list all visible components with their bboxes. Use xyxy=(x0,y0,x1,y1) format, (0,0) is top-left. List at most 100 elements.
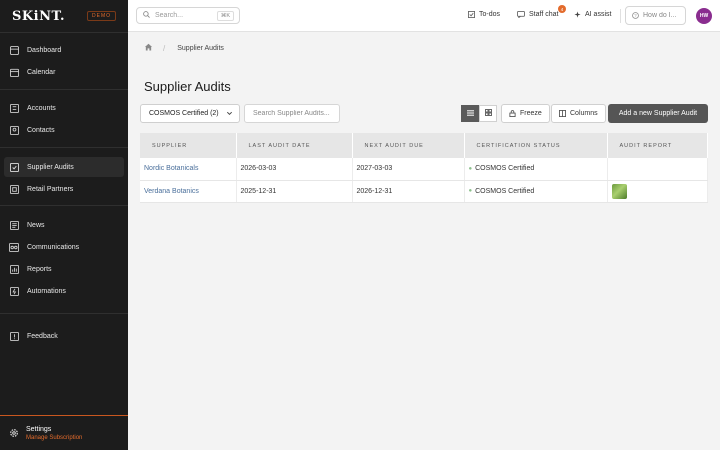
home-icon[interactable] xyxy=(144,43,153,53)
breadcrumb: / Supplier Audits xyxy=(144,43,224,53)
add-supplier-audit-button[interactable]: Add a new Supplier Audit xyxy=(608,104,708,123)
filter-dropdown[interactable]: COSMOS Certified (2) xyxy=(140,104,240,123)
sidebar-item-reports[interactable]: Reports xyxy=(4,259,124,279)
sidebar-item-accounts[interactable]: Accounts xyxy=(4,98,124,118)
how-do-i-label: How do I... xyxy=(643,12,677,19)
sidebar-item-calendar[interactable]: Calendar xyxy=(4,62,124,82)
breadcrumb-current: Supplier Audits xyxy=(177,44,224,52)
page-title: Supplier Audits xyxy=(144,79,231,94)
dashboard-icon xyxy=(9,45,19,55)
supplier-cell[interactable]: Nordic Botanicals xyxy=(140,158,237,181)
columns-icon xyxy=(559,110,566,117)
search-input[interactable]: Search... ⌘K xyxy=(136,7,240,24)
settings-button[interactable]: Settings Manage Subscription xyxy=(0,415,128,450)
logo-row: SKiNT. DEMO xyxy=(0,0,128,32)
status-dot-icon: ● xyxy=(468,188,473,194)
columns-button[interactable]: Columns xyxy=(551,104,606,123)
settings-label: Settings xyxy=(26,425,52,433)
audit-report-cell xyxy=(607,180,708,203)
sidebar-item-retail-partners[interactable]: Retail Partners xyxy=(4,179,124,199)
freeze-button[interactable]: Freeze xyxy=(501,104,550,123)
logo[interactable]: SKiNT. xyxy=(12,9,65,24)
last-audit-cell: 2025-12-31 xyxy=(236,180,353,203)
table-row[interactable]: Verdana Botanics 2025-12-31 2026-12-31 ●… xyxy=(140,180,708,203)
ai-assist-button[interactable]: AI assist xyxy=(574,11,611,18)
staff-chat-button[interactable]: Staff chat 4 xyxy=(517,5,566,18)
grid-view-button[interactable] xyxy=(479,105,497,122)
sidebar-item-feedback[interactable]: Feedback xyxy=(4,326,124,346)
topbar: Search... ⌘K To-dos Staff chat 4 AI assi… xyxy=(128,0,720,32)
supplier-cell[interactable]: Verdana Botanics xyxy=(140,180,237,203)
search-placeholder: Search... xyxy=(155,12,184,19)
column-header-audit-report[interactable]: AUDIT REPORT xyxy=(607,133,708,158)
how-do-i-button[interactable]: ? How do I... xyxy=(625,6,686,25)
demo-badge: DEMO xyxy=(87,11,116,21)
last-audit-cell: 2026-03-03 xyxy=(236,158,353,181)
status-cell: ● COSMOS Certified xyxy=(464,158,608,181)
sidebar-item-contacts[interactable]: Contacts xyxy=(4,120,124,140)
sidebar-item-label: Retail Partners xyxy=(27,185,74,193)
lock-icon xyxy=(509,110,516,117)
sidebar-item-label: Accounts xyxy=(27,104,56,112)
help-icon: ? xyxy=(632,12,639,19)
contacts-icon xyxy=(9,125,19,135)
avatar[interactable]: HW xyxy=(696,8,712,24)
audit-report-cell xyxy=(607,158,708,181)
breadcrumb-separator: / xyxy=(163,43,166,53)
todos-label: To-dos xyxy=(479,11,501,18)
todos-button[interactable]: To-dos xyxy=(468,11,500,18)
sidebar-item-dashboard[interactable]: Dashboard xyxy=(4,40,124,60)
sidebar-item-label: Dashboard xyxy=(27,46,62,54)
status-dot-icon: ● xyxy=(468,165,473,172)
chat-count-badge: 4 xyxy=(558,5,566,13)
view-toggle xyxy=(461,105,497,122)
sidebar: SKiNT. DEMO Dashboard Calendar Accounts … xyxy=(0,0,128,450)
status-badge: COSMOS Certified xyxy=(475,165,535,173)
sidebar-item-label: Calendar xyxy=(27,68,56,76)
feedback-icon xyxy=(9,331,19,341)
column-header-certification-status[interactable]: CERTIFICATION STATUS xyxy=(464,133,608,158)
svg-text:?: ? xyxy=(634,13,637,18)
automations-icon xyxy=(9,286,19,296)
news-icon xyxy=(9,220,19,230)
table-search-placeholder: Search Supplier Audits... xyxy=(253,110,330,117)
gear-icon xyxy=(9,428,19,438)
table-search-input[interactable]: Search Supplier Audits... xyxy=(244,104,340,123)
sidebar-item-label: Automations xyxy=(27,287,66,295)
reports-icon xyxy=(9,264,19,274)
manage-subscription-link[interactable]: Manage Subscription xyxy=(26,435,82,441)
list-view-button[interactable] xyxy=(461,105,479,122)
sidebar-item-automations[interactable]: Automations xyxy=(4,281,124,301)
column-header-supplier[interactable]: SUPPLIER xyxy=(140,133,237,158)
sidebar-item-label: Communications xyxy=(27,243,80,251)
sidebar-item-supplier-audits[interactable]: Supplier Audits xyxy=(4,157,124,177)
sidebar-item-communications[interactable]: Communications xyxy=(4,237,124,257)
search-shortcut: ⌘K xyxy=(216,11,234,21)
chat-icon xyxy=(517,11,525,18)
supplier-audits-icon xyxy=(9,162,19,172)
list-icon xyxy=(466,109,474,118)
columns-label: Columns xyxy=(570,110,598,117)
column-header-next-audit-due[interactable]: NEXT AUDIT DUE xyxy=(352,133,465,158)
grid-icon xyxy=(484,109,492,118)
chevron-down-icon xyxy=(226,110,233,119)
audit-report-thumbnail[interactable] xyxy=(611,183,627,199)
status-cell: ● COSMOS Certified xyxy=(464,180,608,203)
retail-partners-icon xyxy=(9,184,19,194)
table-row[interactable]: Nordic Botanicals 2026-03-03 2027-03-03 … xyxy=(140,158,708,181)
next-audit-cell: 2026-12-31 xyxy=(352,180,465,203)
main-content: / Supplier Audits Supplier Audits COSMOS… xyxy=(128,32,720,450)
sidebar-item-news[interactable]: News xyxy=(4,215,124,235)
supplier-audits-table: SUPPLIER LAST AUDIT DATE NEXT AUDIT DUE … xyxy=(140,133,708,203)
table-header-row: SUPPLIER LAST AUDIT DATE NEXT AUDIT DUE … xyxy=(140,133,708,158)
status-badge: COSMOS Certified xyxy=(475,187,535,195)
sidebar-item-label: Supplier Audits xyxy=(27,163,74,171)
ai-assist-label: AI assist xyxy=(585,11,612,18)
communications-icon xyxy=(9,242,19,252)
sidebar-item-label: Feedback xyxy=(27,332,58,340)
sidebar-item-label: Contacts xyxy=(27,126,55,134)
column-header-last-audit-date[interactable]: LAST AUDIT DATE xyxy=(236,133,353,158)
sidebar-item-label: Reports xyxy=(27,265,52,273)
sparkle-icon xyxy=(574,11,581,18)
filter-value: COSMOS Certified (2) xyxy=(149,110,219,117)
